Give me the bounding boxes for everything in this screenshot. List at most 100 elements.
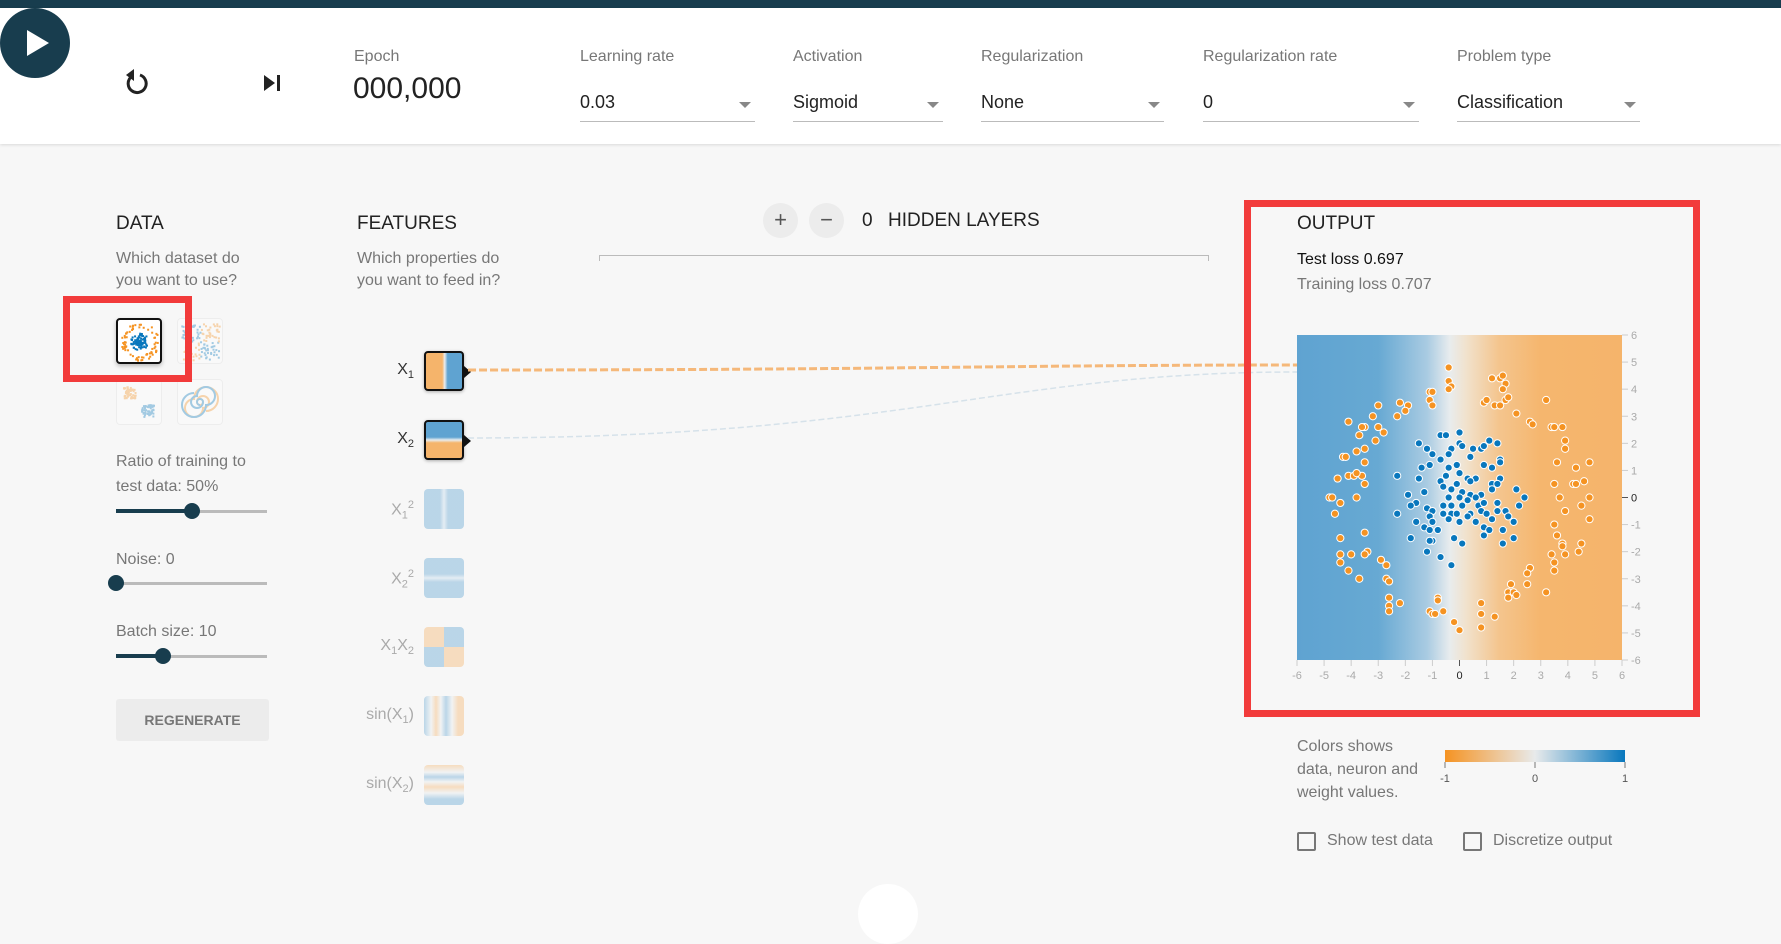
data-point	[1384, 577, 1394, 586]
data-point	[1406, 534, 1415, 543]
data-point	[1455, 428, 1464, 437]
data-point	[1520, 493, 1529, 502]
data-point	[1463, 512, 1472, 521]
data-point	[1444, 493, 1453, 502]
data-point	[1433, 525, 1442, 535]
link-x2-output[interactable]	[467, 371, 1298, 439]
data-point	[1384, 593, 1394, 602]
data-point	[1471, 493, 1480, 502]
data-point	[1444, 385, 1453, 394]
data-point	[1344, 417, 1353, 426]
data-point	[1420, 487, 1429, 497]
data-point	[1395, 599, 1405, 608]
data-point	[1493, 439, 1502, 448]
data-point	[1523, 580, 1532, 589]
data-point	[1574, 547, 1583, 556]
data-point	[1487, 463, 1497, 472]
data-point	[1336, 534, 1345, 543]
output-heatmap-plot: -6 -5 -4 -3 -2 -1 0 1 2 3 4 5 6 6 5 4 3 2 1 0 -1 -2 -3 -4 -5 -6	[1292, 330, 1641, 682]
data-point	[1468, 444, 1478, 453]
data-point	[1466, 452, 1475, 461]
data-point	[1447, 485, 1456, 494]
data-point	[1336, 498, 1345, 508]
data-point	[1352, 493, 1361, 502]
discretize-output-checkbox[interactable]: Discretize output	[1463, 830, 1643, 852]
training-loss: Training loss 0.707	[1297, 276, 1432, 293]
data-point	[1417, 463, 1426, 472]
data-point	[1504, 393, 1513, 402]
x-axis: -6 -5 -4 -3 -2 -1 0 1 2 3 4 5 6	[1292, 660, 1625, 682]
data-point	[1585, 493, 1594, 502]
data-point	[1428, 517, 1437, 526]
y-tick-label: 2	[1631, 438, 1637, 450]
add-layer-button[interactable]: +	[763, 203, 798, 238]
data-point	[1425, 525, 1434, 535]
legend-tick-label: -1	[1440, 773, 1450, 785]
data-point	[1393, 471, 1402, 480]
data-point	[1455, 517, 1464, 526]
data-point	[1428, 450, 1437, 459]
checkbox-box[interactable]	[1297, 832, 1316, 851]
data-point	[1555, 493, 1564, 502]
data-point	[1550, 558, 1559, 567]
plus-icon: +	[774, 207, 787, 232]
data-point	[1571, 463, 1581, 472]
output-title: OUTPUT	[1297, 213, 1376, 234]
data-point	[1542, 395, 1551, 405]
data-point	[1401, 406, 1410, 415]
data-point	[1466, 477, 1475, 486]
data-point	[1441, 431, 1451, 440]
link-x1-output[interactable]	[467, 363, 1298, 372]
y-tick-label: 3	[1631, 411, 1637, 423]
data-point	[1444, 363, 1453, 372]
data-point	[1571, 479, 1581, 489]
x-tick-label: -3	[1373, 670, 1383, 682]
data-point	[1547, 550, 1556, 559]
hidden-layers-count: 0	[862, 210, 873, 231]
data-point	[1439, 501, 1448, 510]
data-point	[1561, 550, 1570, 559]
show-test-data-label: Show test data	[1327, 832, 1433, 849]
x-tick-label: 2	[1511, 670, 1517, 682]
data-point	[1490, 612, 1499, 621]
data-point	[1561, 436, 1570, 445]
checkbox-box[interactable]	[1463, 832, 1482, 851]
remove-layer-button[interactable]: −	[809, 203, 844, 238]
data-point	[1477, 609, 1486, 619]
x-tick-label: -2	[1400, 670, 1410, 682]
data-point	[1330, 509, 1340, 518]
data-point	[1479, 531, 1488, 540]
data-point	[1328, 493, 1337, 502]
x-tick-label: -1	[1428, 670, 1438, 682]
discretize-output-label: Discretize output	[1493, 832, 1613, 849]
data-point	[1498, 539, 1507, 548]
data-point	[1477, 623, 1486, 632]
x-tick-label: -4	[1346, 670, 1356, 682]
data-point	[1414, 439, 1423, 448]
data-point	[1355, 431, 1364, 440]
data-point	[1412, 517, 1421, 526]
data-point	[1498, 371, 1507, 380]
show-test-data-checkbox[interactable]: Show test data	[1297, 830, 1457, 852]
data-point	[1371, 436, 1380, 445]
data-point	[1558, 422, 1567, 432]
data-point	[1384, 607, 1394, 616]
data-point	[1403, 490, 1413, 499]
data-point	[1514, 501, 1524, 510]
data-point	[1444, 463, 1453, 472]
y-tick-label: -3	[1631, 574, 1641, 586]
data-point	[1455, 626, 1464, 635]
color-scale-legend: -1 0 1	[1440, 750, 1628, 785]
data-point	[1561, 444, 1570, 453]
data-point	[1436, 455, 1445, 464]
data-point	[1585, 515, 1594, 524]
data-point	[1577, 539, 1586, 548]
minus-icon: −	[820, 207, 833, 232]
data-point	[1523, 569, 1532, 578]
data-point	[1444, 450, 1453, 459]
scroll-down-button[interactable]	[858, 884, 918, 944]
x-tick-label: -5	[1319, 670, 1329, 682]
data-point	[1414, 474, 1423, 483]
data-point	[1382, 561, 1391, 570]
layers-bracket	[599, 255, 1209, 261]
